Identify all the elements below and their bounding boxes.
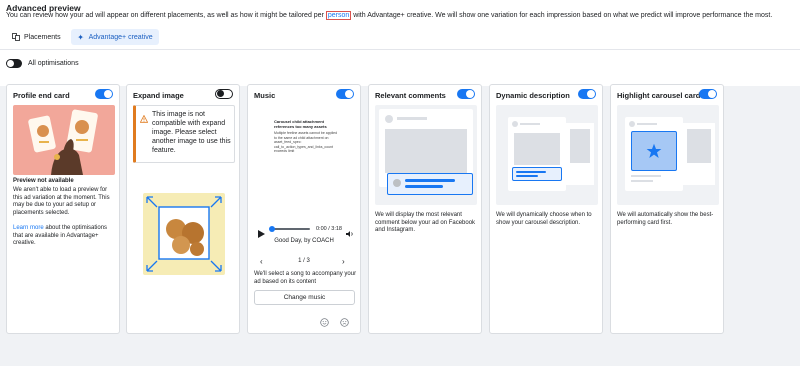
preview-tabs: Placements ✦ Advantage+ creative: [6, 29, 159, 45]
card-title: Relevant comments: [375, 91, 446, 100]
dynamic-illustration: [496, 105, 598, 205]
music-note: We'll select a song to accompany your ad…: [254, 271, 357, 285]
profile-learn-more-text: Learn more about the optimisations that …: [13, 225, 108, 246]
music-toggle[interactable]: [336, 89, 354, 99]
card-dynamic-description: Dynamic description We will dynamically …: [489, 84, 603, 334]
carousel-description: We will automatically show the best-perf…: [617, 212, 714, 226]
comments-illustration: [375, 105, 477, 205]
highlight-carousel-toggle[interactable]: [699, 89, 717, 99]
tab-placements[interactable]: Placements: [6, 29, 67, 45]
relevant-comments-toggle[interactable]: [457, 89, 475, 99]
card-title: Music: [254, 91, 276, 100]
dynamic-description-toggle[interactable]: [578, 89, 596, 99]
card-title: Highlight carousel card: [617, 91, 701, 100]
header-section: Advanced preview You can review how your…: [0, 0, 800, 86]
warning-icon: [139, 110, 149, 128]
profile-end-card-toggle[interactable]: [95, 89, 113, 99]
learn-more-link[interactable]: Learn more: [13, 225, 44, 231]
change-music-button[interactable]: Change music: [254, 290, 355, 305]
song-title: Good Day, by COACH: [274, 238, 334, 244]
card-profile-end: Profile end card Preview not available W…: [6, 84, 120, 334]
audio-progress-track[interactable]: [270, 228, 310, 230]
comments-description: We will display the most relevant commen…: [375, 212, 476, 233]
sparkle-icon: ✦: [77, 32, 84, 42]
dynamic-description-text: We will dynamically choose when to show …: [496, 212, 592, 226]
star-icon: [646, 143, 662, 164]
tab-advantage-creative[interactable]: ✦ Advantage+ creative: [70, 29, 159, 45]
music-mini-body: Multiple feeline assets cannot be applie…: [274, 131, 338, 153]
card-title: Profile end card: [13, 91, 70, 100]
page-description: You can review how your ad will appear o…: [6, 11, 773, 20]
card-highlight-carousel: Highlight carousel card We will automati…: [610, 84, 724, 334]
tab-advantage-label: Advantage+ creative: [88, 33, 153, 41]
card-relevant-comments: Relevant comments We will display the mo…: [368, 84, 482, 334]
profile-description: We aren't able to load a preview for thi…: [13, 187, 110, 216]
preview-status: Preview not available: [13, 178, 74, 184]
audio-player: 0:00 / 3:18: [256, 224, 354, 238]
smile-icon[interactable]: [320, 314, 329, 332]
profile-illustration: [13, 105, 115, 175]
chevron-right-icon[interactable]: ›: [342, 257, 345, 266]
highlighted-word: person: [325, 11, 352, 20]
carousel-illustration: [617, 105, 719, 205]
all-optimisations-label: All optimisations: [28, 60, 79, 67]
all-optimisations-toggle[interactable]: [6, 59, 22, 68]
card-title: Expand image: [133, 91, 184, 100]
audio-progress-thumb[interactable]: [269, 226, 275, 232]
frown-icon[interactable]: [340, 314, 349, 332]
music-mini-heading: Carousel child attachment references too…: [274, 119, 327, 129]
audio-time: 0:00 / 3:18: [316, 226, 342, 232]
divider: [0, 49, 800, 50]
placements-icon: [12, 33, 20, 41]
warning-text: This image is not compatible with expand…: [152, 111, 231, 154]
expand-image-toggle[interactable]: [215, 89, 233, 99]
warning-box: This image is not compatible with expand…: [133, 105, 235, 163]
tab-placements-label: Placements: [24, 33, 61, 41]
card-expand-image: Expand image This image is not compatibl…: [126, 84, 240, 334]
expand-image-preview: [143, 193, 225, 275]
card-music: Music Carousel child attachment referenc…: [247, 84, 361, 334]
card-title: Dynamic description: [496, 91, 570, 100]
